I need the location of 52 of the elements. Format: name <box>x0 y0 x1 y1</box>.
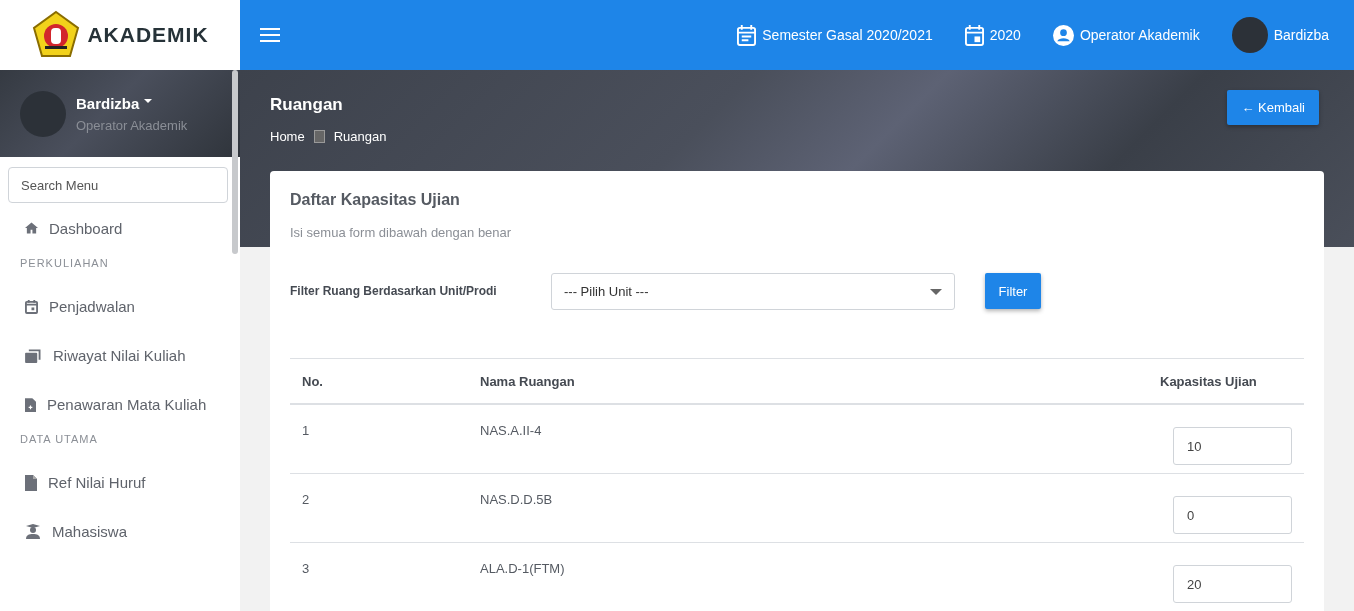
search-field[interactable]: Search Menu <box>8 167 228 203</box>
filter-label: Filter Ruang Berdasarkan Unit/Prodi <box>290 283 498 298</box>
table-cell: ALA.D-1(FTM) <box>480 561 565 576</box>
table-cell: NAS.D.D.5B <box>480 492 553 507</box>
sidebar-item[interactable]: Ref Nilai Huruf <box>8 458 228 507</box>
card-subtitle: Isi semua form dibawah dengan benar <box>290 225 513 240</box>
sidebar-item[interactable]: Dashboard <box>8 203 228 253</box>
year-label: 2020 <box>989 27 1021 43</box>
menu-section-header: PERKULIAHAN <box>19 256 110 271</box>
unit-select[interactable]: --- Pilih Unit --- <box>551 273 955 310</box>
menu-button[interactable] <box>260 28 280 42</box>
avatar-placeholder <box>1231 17 1268 53</box>
table-cell: 2 <box>302 492 310 507</box>
avatar-placeholder <box>20 90 66 137</box>
stacked-cards-icon <box>25 348 42 363</box>
back-button[interactable]: ← Kembali <box>1227 90 1319 125</box>
calendar-icon <box>964 24 984 46</box>
user-name[interactable]: Bardizba <box>76 94 188 112</box>
sidebar-item[interactable]: Penjadwalan <box>8 282 228 331</box>
separator-glyph-icon <box>313 130 325 143</box>
table-cell: NAS.A.II-4 <box>480 423 542 438</box>
column-header: Kapasitas Ujian <box>1160 373 1257 389</box>
column-header: Nama Ruangan <box>480 373 575 389</box>
user-icon <box>1052 24 1074 46</box>
home-icon <box>25 222 38 234</box>
breadcrumb-link[interactable]: Home <box>270 129 305 144</box>
menu-section-header: DATA UTAMA <box>19 432 99 447</box>
table-cell: 3 <box>302 561 310 576</box>
emblem-logo-icon <box>31 10 82 60</box>
page-title: Ruangan <box>270 95 344 115</box>
calendar-icon <box>25 299 38 314</box>
capacity-field[interactable]: 20 <box>1173 565 1292 603</box>
document-icon <box>25 397 36 412</box>
caret-icon <box>930 288 942 295</box>
breadcrumb-current: Ruangan <box>333 129 387 144</box>
user-name[interactable]: Bardizba <box>1273 27 1329 43</box>
sidebar-item[interactable]: Riwayat Nilai Kuliah <box>8 331 228 380</box>
capacity-field[interactable]: 0 <box>1173 496 1292 534</box>
sidebar-item[interactable]: Mahasiswa <box>8 507 228 556</box>
brand-name: AKADEMIK <box>87 23 209 47</box>
student-icon <box>25 524 41 539</box>
capacity-field[interactable]: 10 <box>1173 427 1292 465</box>
semester-label: Semester Gasal 2020/2021 <box>762 27 933 43</box>
table-cell: 1 <box>302 423 310 438</box>
filter-button[interactable]: Filter <box>985 273 1041 309</box>
role-label: Operator Akademik <box>1079 27 1200 43</box>
card-title: Daftar Kapasitas Ujian <box>290 191 461 209</box>
sidebar-item[interactable]: Penawaran Mata Kuliah <box>8 380 228 429</box>
calendar-icon <box>737 24 757 46</box>
file-icon <box>25 474 37 491</box>
column-header: No. <box>302 373 323 389</box>
user-role: Operator Akademik <box>76 117 188 133</box>
